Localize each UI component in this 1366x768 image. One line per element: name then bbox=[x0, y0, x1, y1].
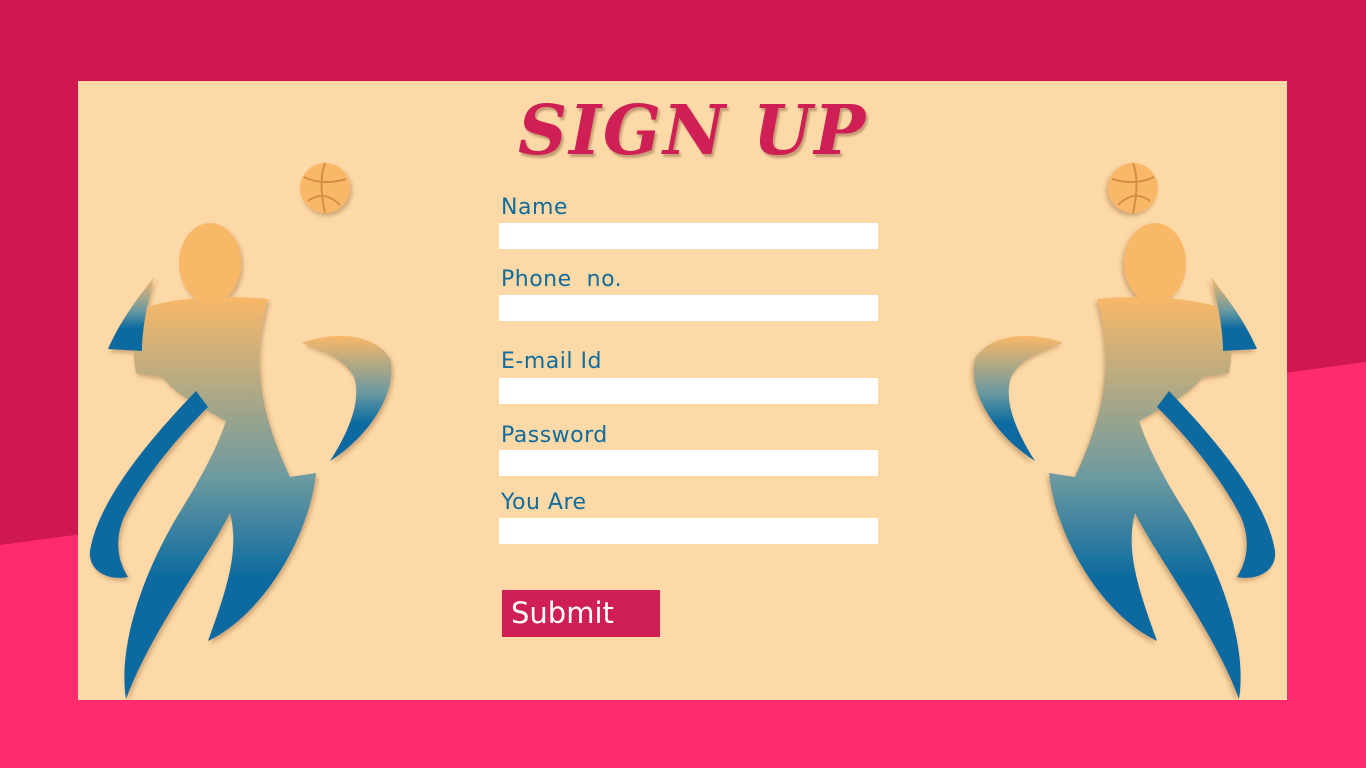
you-are-input[interactable] bbox=[499, 518, 878, 544]
page-title: SIGN UP bbox=[518, 91, 868, 171]
email-input[interactable] bbox=[499, 378, 878, 404]
volleyball-icon bbox=[1108, 162, 1158, 214]
phone-label: Phone no. bbox=[501, 267, 623, 292]
phone-input[interactable] bbox=[499, 295, 878, 321]
password-label: Password bbox=[501, 423, 608, 448]
password-input[interactable] bbox=[499, 450, 878, 476]
email-label: E-mail Id bbox=[501, 349, 602, 374]
volleyball-icon bbox=[300, 162, 350, 214]
name-label: Name bbox=[501, 195, 568, 220]
signup-card: SIGN UP Name Phone no. E-mail Id Passwor… bbox=[78, 81, 1287, 700]
submit-button[interactable]: Submit bbox=[502, 590, 660, 637]
name-input[interactable] bbox=[499, 223, 878, 249]
you-are-label: You Are bbox=[501, 490, 587, 515]
volleyball-player-icon bbox=[89, 162, 392, 699]
volleyball-player-icon bbox=[973, 162, 1276, 699]
